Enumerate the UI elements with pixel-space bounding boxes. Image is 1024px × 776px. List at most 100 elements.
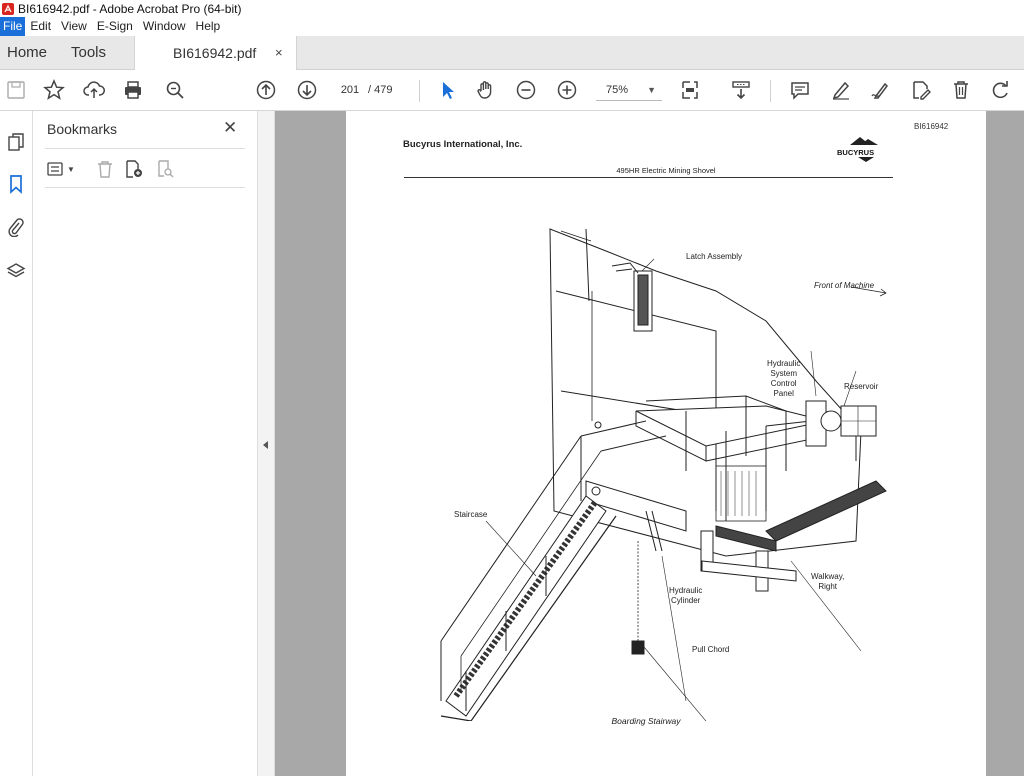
tab-home[interactable]: Home xyxy=(7,36,47,70)
tab-bar: Home Tools BI616942.pdf × xyxy=(0,36,1024,71)
bookmarks-title: Bookmarks xyxy=(47,121,118,137)
bucyrus-logo: BUCYRUS xyxy=(837,137,878,162)
bookmark-icon xyxy=(10,175,22,194)
pen-highlight-icon xyxy=(832,81,850,100)
pages-icon xyxy=(8,133,24,151)
select-tool-button[interactable] xyxy=(436,78,460,102)
figure-caption: Boarding Stairway xyxy=(611,716,681,726)
tab-close-button[interactable]: × xyxy=(275,36,283,70)
page-subtitle: 495HR Electric Mining Shovel xyxy=(616,166,716,175)
chevron-down-icon: ▼ xyxy=(67,164,75,174)
tab-tools[interactable]: Tools xyxy=(71,36,106,70)
signature-pen-icon xyxy=(871,82,888,99)
save-icon xyxy=(7,81,25,99)
delete-bookmark-button[interactable] xyxy=(95,158,115,180)
menu-edit[interactable]: Edit xyxy=(25,17,56,36)
trash-icon xyxy=(954,81,968,99)
label-latch-assembly: Latch Assembly xyxy=(686,252,743,261)
add-bookmark-icon xyxy=(126,160,142,178)
document-viewer[interactable]: BI616942 Bucyrus International, Inc. BUC… xyxy=(275,111,1024,776)
header-rule xyxy=(404,177,893,178)
panel-collapse-strip[interactable] xyxy=(258,111,275,776)
cursor-arrow-icon xyxy=(443,82,454,99)
layers-button[interactable] xyxy=(3,258,29,284)
label-hydraulic-control-panel: Hydraulic System Control Panel xyxy=(767,359,801,398)
scroll-mode-button[interactable] xyxy=(729,78,753,102)
print-button[interactable] xyxy=(121,78,145,102)
paperclip-icon xyxy=(8,218,24,237)
pdf-page: BI616942 Bucyrus International, Inc. BUC… xyxy=(346,111,986,776)
arrow-down-circle-icon xyxy=(297,80,317,100)
save-button[interactable] xyxy=(4,78,28,102)
acrobat-icon xyxy=(2,2,14,15)
hand-icon xyxy=(477,81,492,99)
bookmark-options-button[interactable]: ▼ xyxy=(46,158,75,180)
zoom-out-button[interactable] xyxy=(514,78,538,102)
collapse-arrow-icon xyxy=(263,441,268,449)
fit-page-icon xyxy=(682,81,698,99)
zoom-select[interactable]: 75% ▼ xyxy=(596,79,662,101)
menu-window[interactable]: Window xyxy=(138,17,191,36)
delete-button[interactable] xyxy=(949,78,973,102)
company-name: Bucyrus International, Inc. xyxy=(403,139,523,150)
label-hydraulic-cylinder: Hydraulic Cylinder xyxy=(669,586,703,605)
layers-icon xyxy=(6,263,26,278)
zoom-in-button[interactable] xyxy=(555,78,579,102)
bookmark-star-button[interactable] xyxy=(42,78,66,102)
prev-page-button[interactable] xyxy=(254,78,278,102)
bookmarks-close-button[interactable]: ✕ xyxy=(223,118,237,138)
comment-icon xyxy=(791,82,809,100)
bookmarks-panel: Bookmarks ✕ ▼ xyxy=(33,111,258,776)
new-bookmark-button[interactable] xyxy=(124,158,144,180)
brand-text: BUCYRUS xyxy=(837,148,874,157)
next-page-button[interactable] xyxy=(295,78,319,102)
upload-button[interactable] xyxy=(82,78,106,102)
cloud-upload-icon xyxy=(83,81,105,98)
printer-icon xyxy=(125,81,141,99)
zoom-search-icon xyxy=(166,81,184,99)
zoom-value: 75% xyxy=(606,84,629,96)
label-front-of-machine: Front of Machine xyxy=(814,281,875,290)
attachments-button[interactable] xyxy=(3,214,29,240)
menu-help[interactable]: Help xyxy=(191,17,226,36)
rotate-icon xyxy=(992,81,1008,99)
page-total: / 479 xyxy=(368,84,393,96)
scroll-pages-icon xyxy=(732,81,750,100)
comment-button[interactable] xyxy=(788,78,812,102)
window-title: BI616942.pdf - Adobe Acrobat Pro (64-bit… xyxy=(18,1,242,16)
menu-file[interactable]: File xyxy=(0,17,26,36)
tab-document-label: BI616942.pdf xyxy=(173,45,257,61)
menu-esign[interactable]: E-Sign xyxy=(92,17,138,36)
sign-button[interactable] xyxy=(868,78,892,102)
highlight-button[interactable] xyxy=(829,78,853,102)
title-bar: BI616942.pdf - Adobe Acrobat Pro (64-bit… xyxy=(0,0,1024,17)
chevron-down-icon: ▼ xyxy=(647,85,656,95)
label-walkway-right: Walkway, Right xyxy=(811,572,845,591)
edit-pdf-button[interactable] xyxy=(909,78,933,102)
find-bookmark-button[interactable] xyxy=(155,158,175,180)
tab-document[interactable]: BI616942.pdf × xyxy=(134,36,297,71)
arrow-up-circle-icon xyxy=(256,80,276,100)
menu-bar: File Edit View E-Sign Window Help xyxy=(0,17,1024,36)
trash-icon xyxy=(98,161,112,178)
left-rail xyxy=(0,111,33,776)
page-thumbnails-button[interactable] xyxy=(3,129,29,155)
page-number-input[interactable]: 201 xyxy=(333,79,367,101)
rotate-button[interactable] xyxy=(989,78,1013,102)
toolbar: 201 / 479 75% ▼ xyxy=(0,70,1024,111)
divider xyxy=(45,187,245,188)
hand-tool-button[interactable] xyxy=(474,78,498,102)
star-icon xyxy=(43,79,65,100)
toolbar-divider xyxy=(419,80,420,102)
divider xyxy=(45,148,245,149)
search-button[interactable] xyxy=(163,78,187,102)
find-bookmark-icon xyxy=(158,160,174,178)
page-display-button[interactable] xyxy=(678,78,702,102)
options-list-icon xyxy=(47,162,63,176)
label-pull-chord: Pull Chord xyxy=(692,645,730,654)
plus-circle-icon xyxy=(557,80,577,100)
menu-view[interactable]: View xyxy=(56,17,92,36)
toolbar-divider xyxy=(770,80,771,102)
bookmarks-panel-button[interactable] xyxy=(3,171,29,197)
minus-circle-icon xyxy=(516,80,536,100)
